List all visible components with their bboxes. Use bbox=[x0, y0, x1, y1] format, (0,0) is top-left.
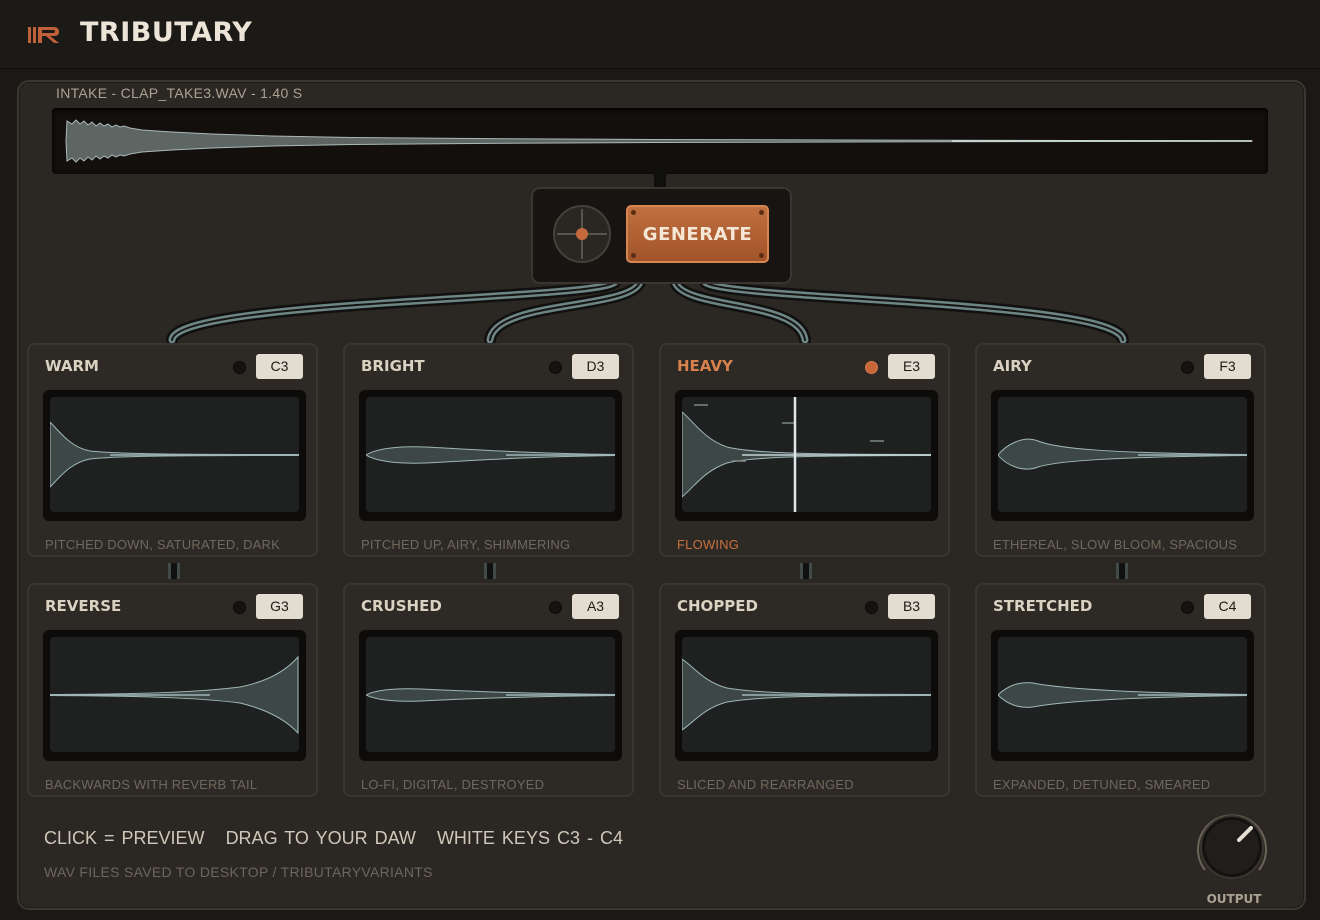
generate-button[interactable]: GENERATE bbox=[626, 205, 769, 263]
variant-waveform[interactable] bbox=[43, 390, 306, 521]
waveform-svg bbox=[998, 682, 1247, 708]
note-badge[interactable]: G3 bbox=[256, 594, 303, 619]
led-indicator bbox=[865, 601, 878, 614]
help-instructions: CLICK = PREVIEW DRAG TO YOUR DAW WHITE K… bbox=[44, 828, 637, 849]
intake-waveform[interactable] bbox=[52, 108, 1268, 174]
intake-label: INTAKE - CLAP_TAKE3.WAV - 1.40 S bbox=[56, 85, 303, 101]
variant-name: HEAVY bbox=[677, 357, 733, 375]
variant-waveform[interactable] bbox=[359, 390, 622, 521]
led-indicator bbox=[865, 361, 878, 374]
variant-card-heavy[interactable]: HEAVY E3 FLOWING bbox=[659, 343, 950, 557]
variant-name: CRUSHED bbox=[361, 597, 442, 615]
variant-card-chopped[interactable]: CHOPPED B3 SLICED AND REARRANGED bbox=[659, 583, 950, 797]
variant-description: BACKWARDS WITH REVERB TAIL bbox=[45, 777, 258, 792]
row-connector bbox=[484, 563, 496, 579]
variant-card-airy[interactable]: AIRY F3 ETHEREAL, SLOW BLOOM, SPACIOUS bbox=[975, 343, 1266, 557]
variant-description: PITCHED DOWN, SATURATED, DARK bbox=[45, 537, 280, 552]
note-badge[interactable]: D3 bbox=[572, 354, 619, 379]
target-icon[interactable] bbox=[553, 205, 611, 263]
waveform-svg bbox=[50, 421, 299, 488]
variant-description: SLICED AND REARRANGED bbox=[677, 777, 854, 792]
save-location: WAV FILES SAVED TO DESKTOP / TRIBUTARYVA… bbox=[44, 864, 433, 880]
help-keys: WHITE KEYS C3 - C4 bbox=[436, 828, 623, 848]
screw-icon bbox=[759, 210, 764, 215]
output-knob[interactable] bbox=[1193, 808, 1271, 886]
variant-waveform[interactable] bbox=[991, 630, 1254, 761]
led-indicator bbox=[233, 361, 246, 374]
variant-card-bright[interactable]: BRIGHT D3 PITCHED UP, AIRY, SHIMMERING bbox=[343, 343, 634, 557]
waveform-svg bbox=[682, 397, 931, 512]
variant-name: WARM bbox=[45, 357, 99, 375]
screw-icon bbox=[631, 253, 636, 258]
screw-icon bbox=[631, 210, 636, 215]
led-indicator bbox=[549, 361, 562, 374]
variant-waveform[interactable] bbox=[43, 630, 306, 761]
output-label: OUTPUT bbox=[1206, 892, 1262, 906]
note-badge[interactable]: C3 bbox=[256, 354, 303, 379]
variant-card-stretched[interactable]: STRETCHED C4 EXPANDED, DETUNED, SMEARED bbox=[975, 583, 1266, 797]
waveform-svg bbox=[366, 688, 615, 702]
variant-description: FLOWING bbox=[677, 537, 740, 552]
help-drag: DRAG TO YOUR DAW bbox=[225, 828, 416, 848]
note-badge[interactable]: A3 bbox=[572, 594, 619, 619]
variant-waveform[interactable] bbox=[675, 630, 938, 761]
waveform-svg bbox=[366, 446, 615, 464]
variant-description: LO-FI, DIGITAL, DESTROYED bbox=[361, 777, 545, 792]
variant-name: CHOPPED bbox=[677, 597, 758, 615]
variant-card-crushed[interactable]: CRUSHED A3 LO-FI, DIGITAL, DESTROYED bbox=[343, 583, 634, 797]
note-badge[interactable]: F3 bbox=[1204, 354, 1251, 379]
led-indicator bbox=[1181, 361, 1194, 374]
row-connector bbox=[800, 563, 812, 579]
variant-waveform[interactable] bbox=[675, 390, 938, 521]
title-bar: TRIBUTARY bbox=[0, 0, 1320, 69]
note-badge[interactable]: B3 bbox=[888, 594, 935, 619]
variant-name: REVERSE bbox=[45, 597, 122, 615]
waveform-svg bbox=[998, 438, 1247, 470]
led-indicator bbox=[549, 601, 562, 614]
variant-name: STRETCHED bbox=[993, 597, 1093, 615]
variant-card-warm[interactable]: WARM C3 PITCHED DOWN, SATURATED, DARK bbox=[27, 343, 318, 557]
variant-description: ETHEREAL, SLOW BLOOM, SPACIOUS bbox=[993, 537, 1238, 552]
note-badge[interactable]: E3 bbox=[888, 354, 935, 379]
variant-waveform[interactable] bbox=[359, 630, 622, 761]
waveform-svg bbox=[682, 658, 931, 731]
variant-card-reverse[interactable]: REVERSE G3 BACKWARDS WITH REVERB TAIL bbox=[27, 583, 318, 797]
row-connector bbox=[1116, 563, 1128, 579]
row-connector bbox=[168, 563, 180, 579]
app-logo-icon bbox=[28, 27, 59, 43]
help-click: CLICK = PREVIEW bbox=[44, 828, 205, 848]
waveform-svg bbox=[50, 655, 299, 735]
note-badge[interactable]: C4 bbox=[1204, 594, 1251, 619]
variant-description: PITCHED UP, AIRY, SHIMMERING bbox=[361, 537, 571, 552]
variant-name: AIRY bbox=[993, 357, 1032, 375]
variant-name: BRIGHT bbox=[361, 357, 425, 375]
screw-icon bbox=[759, 253, 764, 258]
led-indicator bbox=[233, 601, 246, 614]
variant-waveform[interactable] bbox=[991, 390, 1254, 521]
intake-waveform-svg bbox=[65, 119, 1253, 163]
app-title: TRIBUTARY bbox=[80, 17, 253, 48]
led-indicator bbox=[1181, 601, 1194, 614]
variant-description: EXPANDED, DETUNED, SMEARED bbox=[993, 777, 1211, 792]
